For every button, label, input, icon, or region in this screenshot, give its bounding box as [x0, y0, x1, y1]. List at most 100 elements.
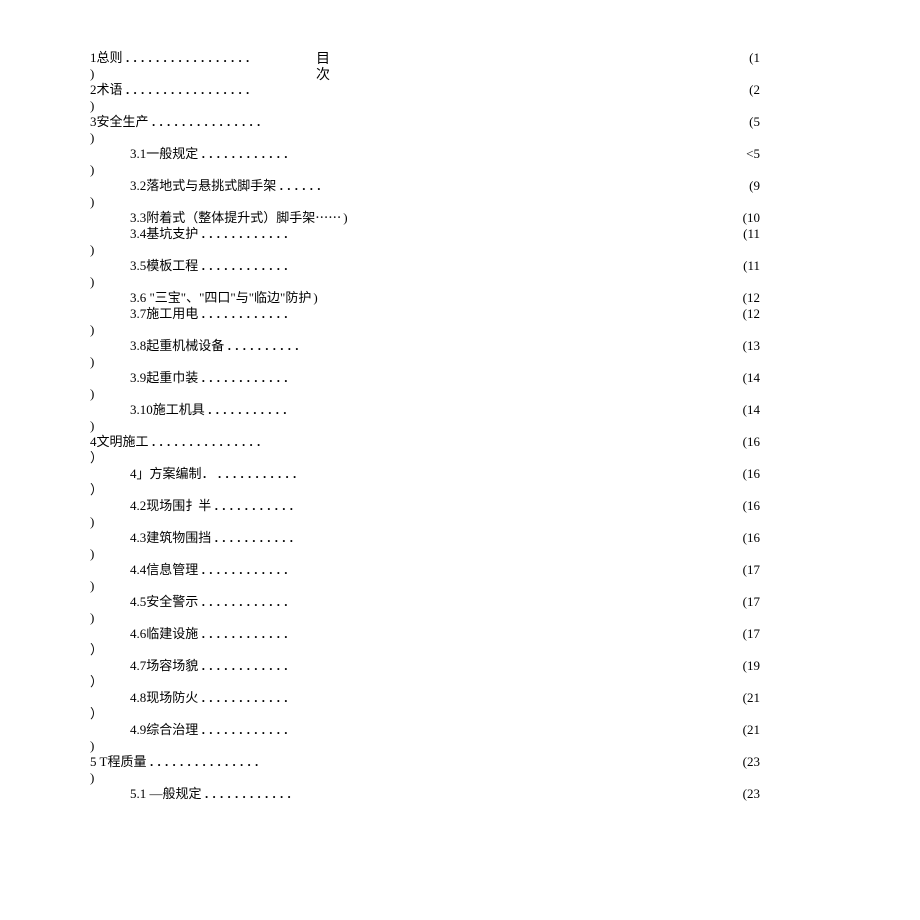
toc-page-number: (17 [743, 562, 760, 578]
toc-page-number: (19 [743, 658, 760, 674]
toc-row: 1总则．．．．．．．．．．．．．．．．． [90, 50, 590, 66]
toc-dots: ．．．．．．．．．．．．．．．．． [125, 82, 259, 98]
toc-page-number: (21 [743, 690, 760, 706]
toc-dots: ．．．．．．．．．．．． [200, 594, 297, 610]
toc-row: 3.6 "三宝"、"四口"与"临边"防护 ) [90, 290, 590, 306]
toc-close-paren: ) [90, 514, 590, 530]
toc-entry: 5.1 —般规定．．．．．．．．．．．．(23 [90, 786, 590, 802]
toc-label: 3.3附着式（整体提升式）脚手架⋯⋯ [130, 210, 341, 226]
toc-page-number: (11 [743, 258, 760, 274]
toc-close-paren: ) [90, 98, 590, 114]
toc-label: 4.6临建设施 [130, 626, 198, 642]
toc-page-number: (5 [749, 114, 760, 130]
toc-dots: ．．．．．．．．．．．．．．． [151, 434, 270, 450]
toc-dots: ．．．．．．．．．．．． [200, 690, 297, 706]
toc-dots: ．．．．．．．．．．．．．．． [151, 114, 270, 130]
toc-row: 4文明施工．．．．．．．．．．．．．．． [90, 434, 590, 450]
toc-page-number: (10 [743, 210, 760, 226]
toc-row: 5.1 —般规定．．．．．．．．．．．． [90, 786, 590, 802]
toc-page-number: (16 [743, 530, 760, 546]
toc-page-number: (17 [743, 626, 760, 642]
toc-row: 4.4信息管理．．．．．．．．．．．． [90, 562, 590, 578]
toc-list: 1总则．．．．．．．．．．．．．．．．．(1)2术语．．．．．．．．．．．．．．… [90, 50, 590, 802]
toc-entry: 3.6 "三宝"、"四口"与"临边"防护 )(12 [90, 290, 590, 306]
toc-entry: 3.8起重机械设备．．．．．．．．．．(13) [90, 338, 590, 370]
toc-entry: 3.9起重巾装．．．．．．．．．．．．(14) [90, 370, 590, 402]
toc-close-paren: ) [90, 274, 590, 290]
toc-dots: ．．．．．．．．．．． [217, 466, 306, 482]
toc-label: 4.5安全警示 [130, 594, 198, 610]
toc-close-paren: ) [90, 162, 590, 178]
toc-dots: ．．．．．．．．．．．． [200, 258, 297, 274]
toc-row: 3.10施工机具．．．．．．．．．．． [90, 402, 590, 418]
toc-page-number: (14 [743, 402, 760, 418]
toc-close-paren: ) [90, 322, 590, 338]
toc-page-number: (12 [743, 306, 760, 322]
toc-label: 1总则 [90, 50, 123, 66]
toc-close-paren: ) [90, 770, 590, 786]
toc-row: 3.8起重机械设备．．．．．．．．．． [90, 338, 590, 354]
toc-close-paren: ) [90, 66, 590, 82]
toc-page-number: (13 [743, 338, 760, 354]
toc-entry: 4.8现场防火．．．．．．．．．．．．(21） [90, 690, 590, 722]
toc-close-paren: ） [90, 642, 590, 658]
toc-page: 目次 1总则．．．．．．．．．．．．．．．．．(1)2术语．．．．．．．．．．．… [0, 0, 920, 842]
toc-label: 4.3建筑物围挡 [130, 530, 211, 546]
toc-close-paren: ） [90, 450, 590, 466]
toc-dots: ．．．．．．．．．．． [207, 402, 296, 418]
toc-dots: ．．．．．．．．．．．． [200, 370, 297, 386]
toc-row: 3安全生产．．．．．．．．．．．．．．． [90, 114, 590, 130]
toc-label: 4.2现场围扌半 [130, 498, 211, 514]
toc-dots: ．．．．．．．．．．．． [200, 226, 297, 242]
toc-dots: ．．．．．．．．．．．． [200, 306, 297, 322]
toc-close-paren: ) [90, 194, 590, 210]
toc-page-number: (9 [749, 178, 760, 194]
toc-close-paren: ) [90, 418, 590, 434]
toc-label: 3.7施工用电 [130, 306, 198, 322]
toc-label: 3.4基坑支护 [130, 226, 198, 242]
toc-page-number: (11 [743, 226, 760, 242]
toc-row: 4.5安全警示．．．．．．．．．．．． [90, 594, 590, 610]
toc-row: 3.9起重巾装．．．．．．．．．．．． [90, 370, 590, 386]
toc-label: 4.7场容场貌 [130, 658, 198, 674]
toc-close-paren: ) [90, 354, 590, 370]
toc-page-number: (14 [743, 370, 760, 386]
toc-entry: 3.1一般规定．．．．．．．．．．．．<5) [90, 146, 590, 178]
toc-dots: ) [343, 210, 348, 226]
toc-dots: ．．．．．．．．．．．． [200, 658, 297, 674]
toc-dots: ) [313, 290, 318, 306]
toc-row: 5 T程质量．．．．．．．．．．．．．．． [90, 754, 590, 770]
toc-close-paren: ) [90, 242, 590, 258]
toc-row: 3.7施工用电．．．．．．．．．．．． [90, 306, 590, 322]
toc-entry: 1总则．．．．．．．．．．．．．．．．．(1) [90, 50, 590, 82]
toc-close-paren: ) [90, 578, 590, 594]
toc-close-paren: ) [90, 130, 590, 146]
toc-entry: 4.3建筑物围挡．．．．．．．．．．．(16) [90, 530, 590, 562]
toc-entry: 4.6临建设施．．．．．．．．．．．．(17） [90, 626, 590, 658]
toc-label: 4.8现场防火 [130, 690, 198, 706]
toc-entry: 4.7场容场貌．．．．．．．．．．．．(19） [90, 658, 590, 690]
toc-label: 4.4信息管理 [130, 562, 198, 578]
toc-entry: 3.2落地式与悬挑式脚手架．．．．．．(9) [90, 178, 590, 210]
toc-entry: 4」方案编制．．．．．．．．．．．．(16） [90, 466, 590, 498]
toc-row: 4.3建筑物围挡．．．．．．．．．．． [90, 530, 590, 546]
toc-row: 4.9综合治理．．．．．．．．．．．． [90, 722, 590, 738]
toc-page-number: (12 [743, 290, 760, 306]
toc-label: 3.10施工机具 [130, 402, 205, 418]
toc-entry: 4.9综合治理．．．．．．．．．．．．(21) [90, 722, 590, 754]
toc-row: 3.1一般规定．．．．．．．．．．．． [90, 146, 590, 162]
toc-row: 3.4基坑支护．．．．．．．．．．．． [90, 226, 590, 242]
toc-page-number: (23 [743, 754, 760, 770]
toc-entry: 3.4基坑支护．．．．．．．．．．．．(11) [90, 226, 590, 258]
toc-page-number: (2 [749, 82, 760, 98]
toc-entry: 4.4信息管理．．．．．．．．．．．．(17) [90, 562, 590, 594]
toc-close-paren: ） [90, 674, 590, 690]
toc-page-number: (16 [743, 434, 760, 450]
toc-row: 3.3附着式（整体提升式）脚手架⋯⋯ ) [90, 210, 590, 226]
toc-row: 3.2落地式与悬挑式脚手架．．．．．． [90, 178, 590, 194]
toc-row: 4.6临建设施．．．．．．．．．．．． [90, 626, 590, 642]
toc-dots: ．．．．．．．．．．．．．．．．． [125, 50, 259, 66]
toc-row: 3.5模板工程．．．．．．．．．．．． [90, 258, 590, 274]
toc-page-number: (17 [743, 594, 760, 610]
toc-page-number: (1 [749, 50, 760, 66]
